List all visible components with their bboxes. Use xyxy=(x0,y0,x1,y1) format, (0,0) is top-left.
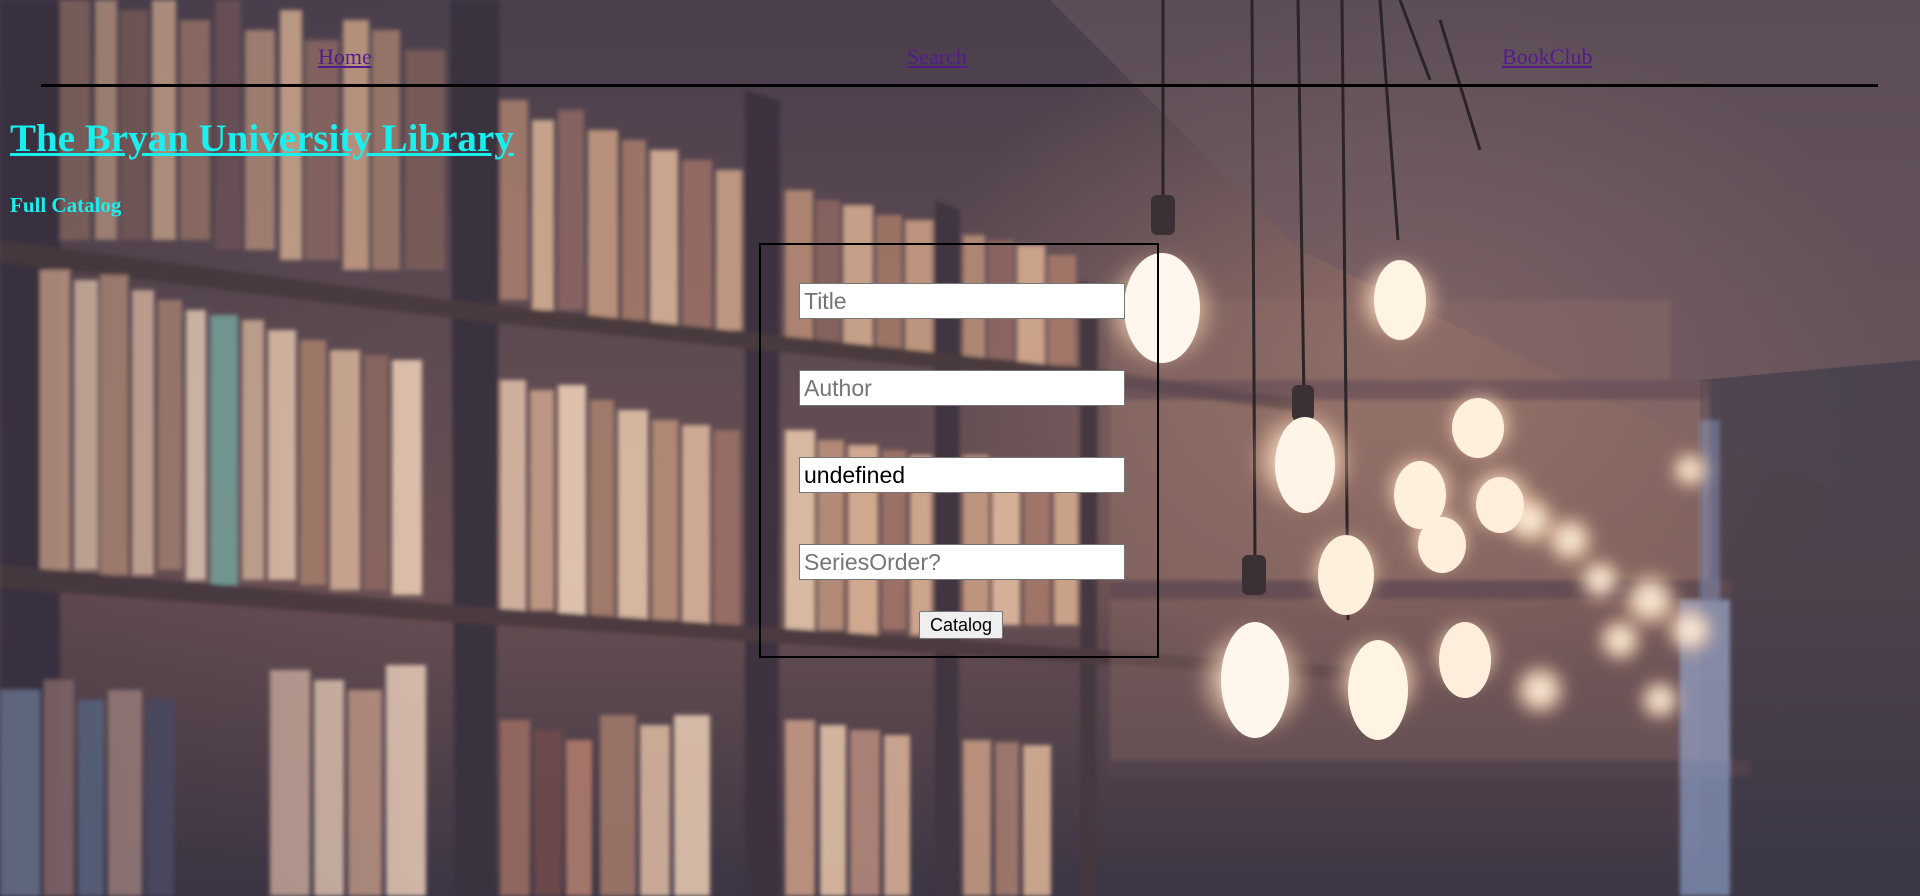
nav-divider xyxy=(41,84,1878,87)
catalog-button[interactable]: Catalog xyxy=(919,611,1003,639)
author-input[interactable] xyxy=(799,370,1125,406)
title-input[interactable] xyxy=(799,283,1125,319)
catalog-form: Catalog xyxy=(759,243,1159,658)
nav-link-bookclub[interactable]: BookClub xyxy=(1502,44,1592,70)
page-subtitle: Full Catalog xyxy=(10,193,122,217)
series-input[interactable] xyxy=(799,457,1125,493)
nav-link-search[interactable]: Search xyxy=(907,44,967,70)
series-order-input[interactable] xyxy=(799,544,1125,580)
page-title[interactable]: The Bryan University Library xyxy=(10,116,514,161)
top-nav: Home Search BookClub xyxy=(0,40,1920,70)
nav-link-home[interactable]: Home xyxy=(318,44,372,70)
